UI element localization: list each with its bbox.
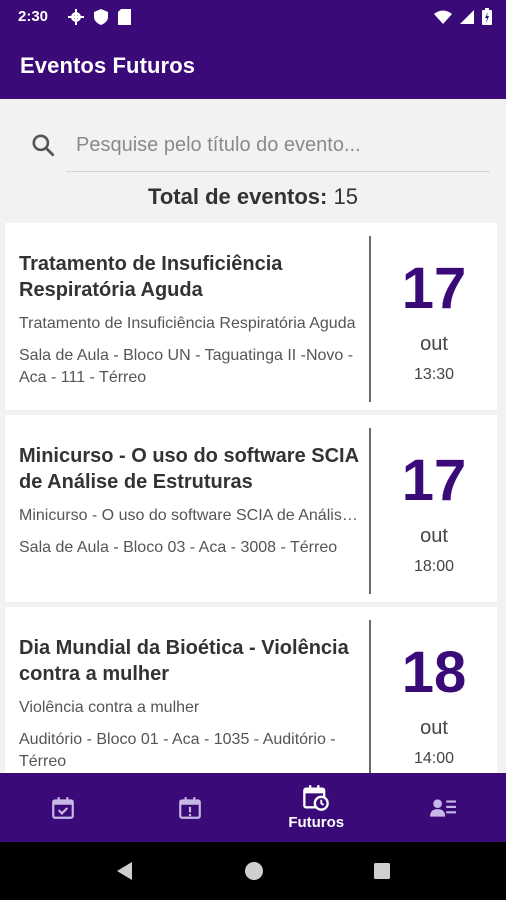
event-card[interactable]: Dia Mundial da Bioética - Violência cont… xyxy=(5,607,497,773)
status-icons-left xyxy=(68,8,132,25)
event-title: Dia Mundial da Bioética - Violência cont… xyxy=(19,637,349,685)
account-list-icon xyxy=(429,798,456,817)
nav-label-futuros: Futuros xyxy=(288,814,345,831)
nav-item-futuros[interactable]: Futuros xyxy=(253,773,380,842)
back-icon[interactable] xyxy=(114,860,136,882)
search-bar[interactable] xyxy=(30,118,490,172)
event-day: 17 xyxy=(401,448,467,513)
event-description: Minicurso - O uso do software SCIA de An… xyxy=(19,507,364,524)
event-time: 14:00 xyxy=(413,750,455,767)
event-info: Tratamento de Insuficiência Respiratória… xyxy=(19,251,364,389)
sd-card-icon xyxy=(118,8,132,25)
calendar-check-icon xyxy=(52,796,75,819)
total-events: Total de eventos: 15 xyxy=(0,184,506,210)
event-description: Violência contra a mulher xyxy=(19,699,200,716)
calendar-alert-icon xyxy=(178,796,201,819)
event-month: out xyxy=(420,333,448,355)
event-date: 18 out 14:00 xyxy=(371,643,497,768)
status-bar: 2:30 xyxy=(0,0,506,33)
nav-item-alerts[interactable] xyxy=(127,773,254,842)
bottom-nav: Futuros xyxy=(0,773,506,842)
event-title: Minicurso - O uso do software SCIA de An… xyxy=(19,445,359,493)
event-location: Sala de Aula - Bloco 03 - Aca - 3008 - T… xyxy=(19,539,338,556)
total-events-count: 15 xyxy=(333,184,358,209)
event-info: Dia Mundial da Bioética - Violência cont… xyxy=(19,635,364,773)
event-description: Tratamento de Insuficiência Respiratória… xyxy=(19,315,356,332)
event-card[interactable]: Minicurso - O uso do software SCIA de An… xyxy=(5,415,497,602)
calendar-clock-icon xyxy=(303,785,330,811)
event-day: 17 xyxy=(401,256,467,321)
nav-item-profile[interactable] xyxy=(380,773,506,842)
recents-icon[interactable] xyxy=(372,861,392,881)
event-info: Minicurso - O uso do software SCIA de An… xyxy=(19,443,364,559)
nav-item-confirmed[interactable] xyxy=(0,773,127,842)
event-date: 17 out 13:30 xyxy=(371,259,497,384)
event-location: Sala de Aula - Bloco UN - Taguatinga II … xyxy=(19,347,354,386)
event-date: 17 out 18:00 xyxy=(371,451,497,576)
page-title: Eventos Futuros xyxy=(20,53,196,78)
event-time: 18:00 xyxy=(413,558,455,575)
wifi-icon xyxy=(434,10,452,24)
event-location: Auditório - Bloco 01 - Aca - 1035 - Audi… xyxy=(19,731,336,770)
status-icons-right xyxy=(434,8,492,25)
total-events-label: Total de eventos: xyxy=(148,184,328,209)
home-icon[interactable] xyxy=(243,860,265,882)
battery-icon xyxy=(482,8,492,25)
system-nav-bar xyxy=(0,842,506,900)
event-title: Tratamento de Insuficiência Respiratória… xyxy=(19,253,283,301)
event-month: out xyxy=(420,525,448,547)
event-card[interactable]: Tratamento de Insuficiência Respiratória… xyxy=(5,223,497,410)
event-month: out xyxy=(420,717,448,739)
search-icon xyxy=(32,134,55,157)
signal-icon xyxy=(460,9,474,24)
shield-icon xyxy=(94,8,109,25)
event-time: 13:30 xyxy=(413,366,455,383)
search-divider xyxy=(66,171,490,172)
search-input[interactable] xyxy=(76,133,490,157)
status-time: 2:30 xyxy=(18,8,49,25)
event-day: 18 xyxy=(401,640,467,705)
app-bar: Eventos Futuros xyxy=(0,33,506,99)
gear-icon xyxy=(68,8,85,25)
